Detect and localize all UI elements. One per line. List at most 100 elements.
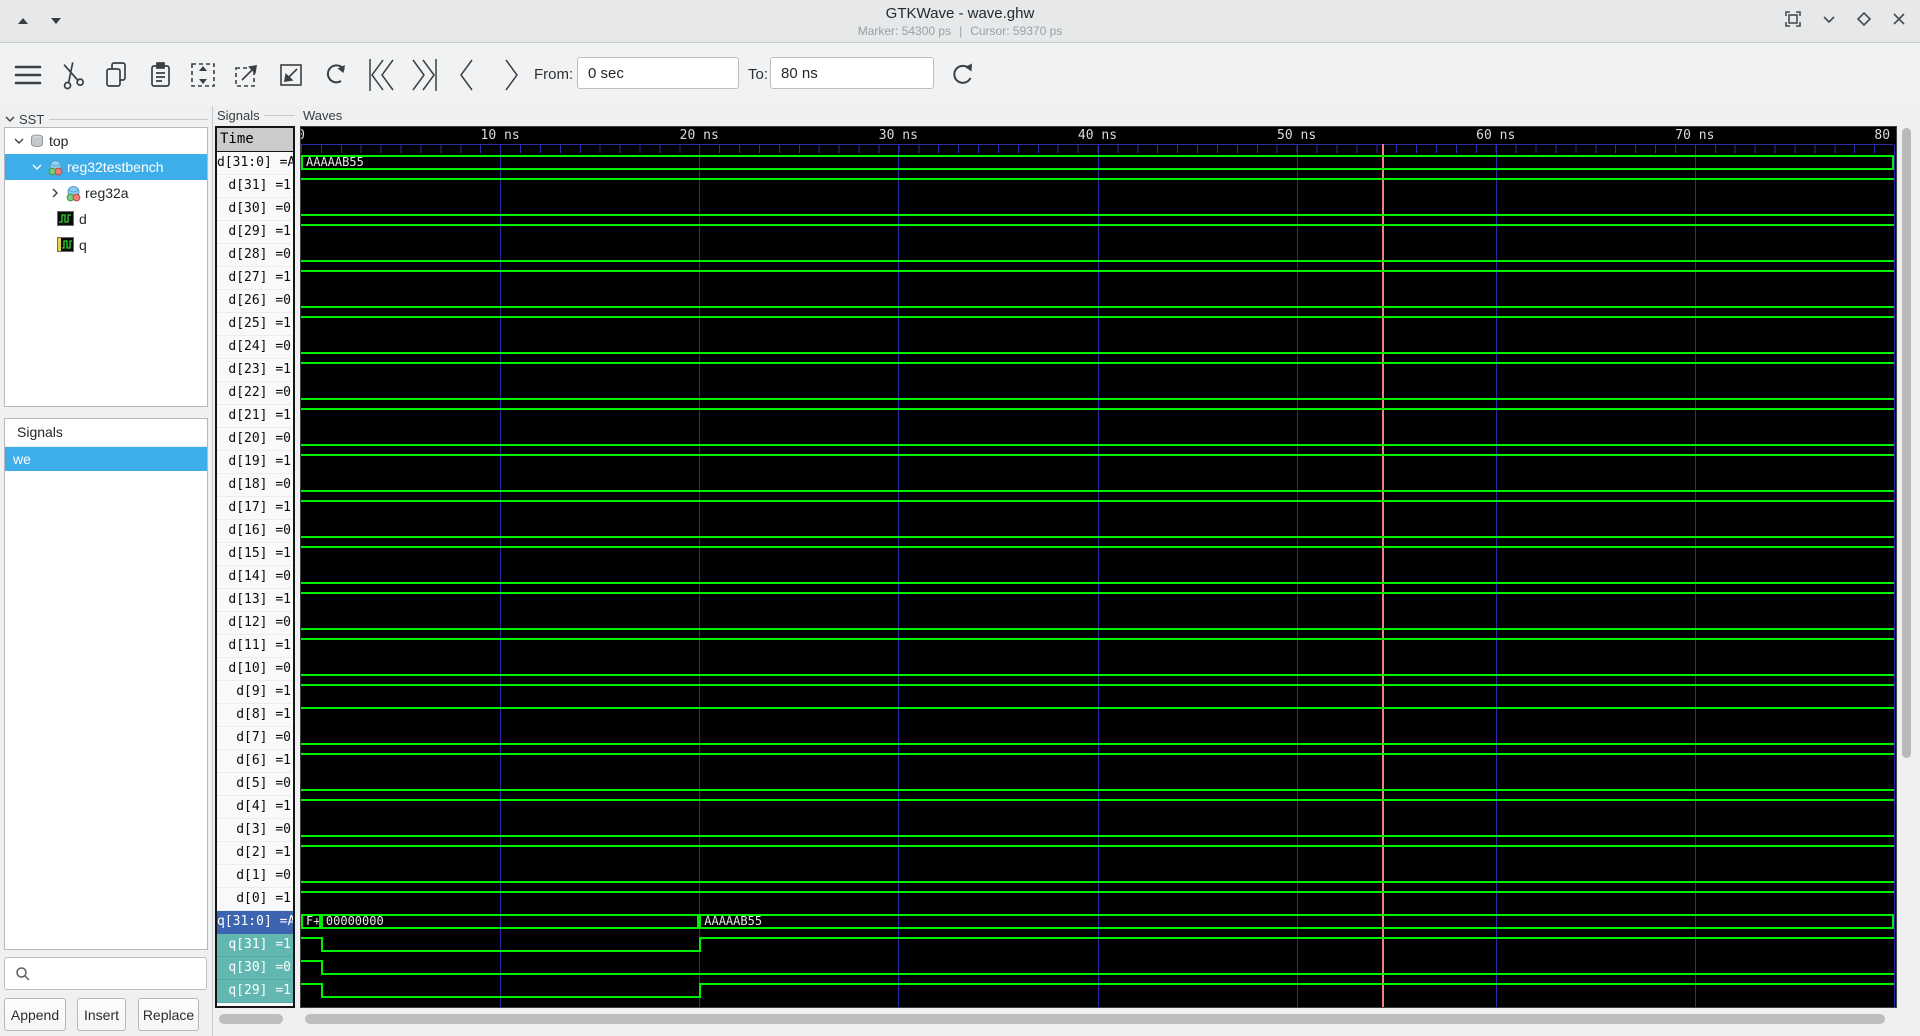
- wave-row[interactable]: AAAAAB55: [301, 152, 1894, 175]
- wave-row[interactable]: [301, 336, 1894, 359]
- cut-icon[interactable]: [54, 57, 90, 93]
- wave-row[interactable]: [301, 267, 1894, 290]
- wave-row[interactable]: [301, 451, 1894, 474]
- signal-filter-box[interactable]: [4, 957, 207, 990]
- tree-item-q[interactable]: q: [5, 232, 207, 258]
- signal-label-row[interactable]: d[18] =0: [217, 474, 293, 497]
- list-item-we[interactable]: we: [5, 447, 207, 471]
- signal-label-row[interactable]: d[14] =0: [217, 566, 293, 589]
- signal-label-row[interactable]: d[30] =0: [217, 198, 293, 221]
- signal-label-row[interactable]: d[10] =0: [217, 658, 293, 681]
- signal-label-row[interactable]: d[9] =1: [217, 681, 293, 704]
- signal-label-row[interactable]: d[29] =1: [217, 221, 293, 244]
- signal-label-row[interactable]: d[21] =1: [217, 405, 293, 428]
- wave-row[interactable]: [301, 175, 1894, 198]
- wave-row[interactable]: [301, 589, 1894, 612]
- wave-row[interactable]: [301, 957, 1894, 980]
- wave-row[interactable]: [301, 773, 1894, 796]
- tree-item-reg32a[interactable]: reg32a: [5, 180, 207, 206]
- signal-label-row[interactable]: d[31:0] =A: [217, 152, 293, 175]
- signal-label-row[interactable]: d[11] =1: [217, 635, 293, 658]
- wave-hscrollbar[interactable]: [305, 1014, 1885, 1024]
- reload-icon[interactable]: [945, 57, 981, 93]
- signal-label-row[interactable]: q[31:0] =A: [217, 911, 293, 934]
- signal-label-row[interactable]: d[12] =0: [217, 612, 293, 635]
- signal-search-header[interactable]: Signals: [5, 419, 207, 447]
- maximize-icon[interactable]: [1855, 10, 1873, 28]
- signal-label-row[interactable]: d[17] =1: [217, 497, 293, 520]
- zoom-in-icon[interactable]: [229, 57, 265, 93]
- wave-row[interactable]: [301, 221, 1894, 244]
- wave-row[interactable]: [301, 704, 1894, 727]
- wave-row[interactable]: [301, 612, 1894, 635]
- signal-label-row[interactable]: d[3] =0: [217, 819, 293, 842]
- signal-label-row[interactable]: d[27] =1: [217, 267, 293, 290]
- signal-label-row[interactable]: q[30] =0: [217, 957, 293, 980]
- signal-label-row[interactable]: d[31] =1: [217, 175, 293, 198]
- replace-button[interactable]: Replace: [138, 998, 199, 1031]
- close-icon[interactable]: [1890, 10, 1908, 28]
- wave-row[interactable]: F+ 00000000 AAAAAB55: [301, 911, 1894, 934]
- chevron-down-icon[interactable]: [31, 161, 43, 173]
- signal-label-row[interactable]: d[5] =0: [217, 773, 293, 796]
- signal-label-row[interactable]: q[31] =1: [217, 934, 293, 957]
- wave-row[interactable]: [301, 405, 1894, 428]
- signal-label-row[interactable]: d[0] =1: [217, 888, 293, 911]
- chevron-right-icon[interactable]: [49, 187, 61, 199]
- wave-row[interactable]: [301, 474, 1894, 497]
- wave-row[interactable]: [301, 842, 1894, 865]
- wave-vscrollbar[interactable]: [1901, 127, 1912, 1007]
- chevron-down-icon[interactable]: [13, 135, 25, 147]
- wave-row[interactable]: [301, 520, 1894, 543]
- signal-label-row[interactable]: d[28] =0: [217, 244, 293, 267]
- tree-item-top[interactable]: top: [5, 128, 207, 154]
- wave-row[interactable]: [301, 934, 1894, 957]
- tree-item-d[interactable]: d: [5, 206, 207, 232]
- copy-icon[interactable]: [98, 57, 134, 93]
- wave-row[interactable]: [301, 428, 1894, 451]
- wave-row[interactable]: [301, 658, 1894, 681]
- signal-label-row[interactable]: d[25] =1: [217, 313, 293, 336]
- signal-label-row[interactable]: d[13] =1: [217, 589, 293, 612]
- minimize-icon[interactable]: [1820, 10, 1838, 28]
- signal-label-row[interactable]: d[2] =1: [217, 842, 293, 865]
- wave-vscrollbar-thumb[interactable]: [1902, 128, 1911, 758]
- wave-row[interactable]: [301, 865, 1894, 888]
- sst-header[interactable]: SST: [4, 110, 208, 128]
- wave-canvas[interactable]: 0 10 ns 20 ns 30 ns 40 ns 50 ns 60 ns 70 ns 80 n…: [300, 126, 1897, 1008]
- zoom-fit-icon[interactable]: [185, 57, 221, 93]
- wave-row[interactable]: [301, 980, 1894, 1003]
- signal-label-row[interactable]: d[16] =0: [217, 520, 293, 543]
- wave-row[interactable]: [301, 313, 1894, 336]
- wave-row[interactable]: [301, 566, 1894, 589]
- next-transition-icon[interactable]: [493, 57, 529, 93]
- wave-row[interactable]: [301, 382, 1894, 405]
- signal-table-hscrollbar[interactable]: [219, 1014, 283, 1024]
- undo-icon[interactable]: [318, 57, 354, 93]
- signal-label-row[interactable]: d[8] =1: [217, 704, 293, 727]
- seek-start-icon[interactable]: [363, 57, 399, 93]
- prev-transition-icon[interactable]: [449, 57, 485, 93]
- signal-label-row[interactable]: d[19] =1: [217, 451, 293, 474]
- wave-row[interactable]: [301, 244, 1894, 267]
- menu-icon[interactable]: [10, 57, 46, 93]
- signal-label-row[interactable]: d[20] =0: [217, 428, 293, 451]
- signal-label-row[interactable]: q[29] =1: [217, 980, 293, 1003]
- insert-button[interactable]: Insert: [77, 998, 126, 1031]
- from-input[interactable]: [577, 57, 739, 89]
- signal-label-row[interactable]: d[4] =1: [217, 796, 293, 819]
- signal-label-row[interactable]: d[22] =0: [217, 382, 293, 405]
- wave-row[interactable]: [301, 497, 1894, 520]
- paste-icon[interactable]: [142, 57, 178, 93]
- signal-label-row[interactable]: d[26] =0: [217, 290, 293, 313]
- signal-label-row[interactable]: d[24] =0: [217, 336, 293, 359]
- wave-row[interactable]: [301, 543, 1894, 566]
- wave-row[interactable]: [301, 681, 1894, 704]
- wave-row[interactable]: [301, 750, 1894, 773]
- tree-item-reg32testbench[interactable]: reg32testbench: [5, 154, 207, 180]
- wave-row[interactable]: [301, 290, 1894, 313]
- signal-label-row[interactable]: d[7] =0: [217, 727, 293, 750]
- append-button[interactable]: Append: [4, 998, 66, 1031]
- wave-row[interactable]: [301, 359, 1894, 382]
- zoom-out-icon[interactable]: [273, 57, 309, 93]
